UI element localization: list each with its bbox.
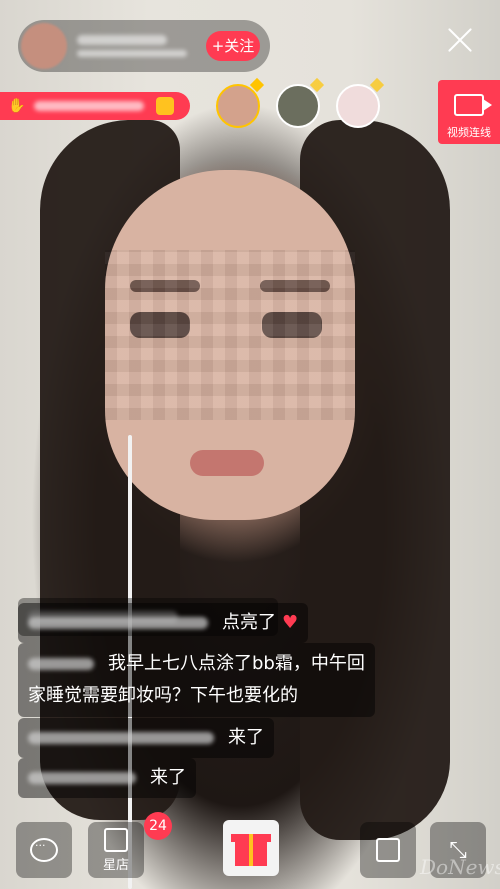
comment-item: 来了 — [18, 718, 274, 758]
follow-button[interactable]: +关注 — [206, 31, 260, 61]
rank-bar[interactable]: ✋ — [0, 92, 190, 120]
host-info-blurred — [77, 30, 206, 62]
heart-icon: ♥ — [282, 612, 299, 633]
star-shop-button[interactable]: 星店 — [88, 822, 144, 878]
close-icon[interactable] — [446, 26, 474, 54]
viewer-avatar-3[interactable] — [336, 84, 380, 128]
share-icon — [376, 838, 400, 862]
comment-text: 我早上七八点涂了bb霜，中午回 — [108, 653, 365, 674]
gift-icon-ribbon — [249, 834, 253, 866]
comment-item: 来了 — [18, 758, 196, 798]
hand-icon: ✋ — [8, 98, 26, 114]
comment-username-blurred — [28, 617, 208, 629]
face-mosaic — [105, 250, 355, 420]
comment-username-blurred — [28, 732, 214, 744]
watermark: DoNews — [420, 855, 500, 879]
host-stats-blurred — [77, 50, 187, 57]
viewer-avatar-1[interactable] — [216, 84, 260, 128]
viewer-avatar-2[interactable] — [276, 84, 320, 128]
host-name-blurred — [77, 35, 167, 45]
host-info-pill[interactable]: +关注 — [18, 20, 270, 72]
chat-icon — [30, 838, 58, 862]
video-link-label: 视频连线 — [447, 126, 491, 139]
share-button[interactable] — [360, 822, 416, 878]
comment-item: 点亮了 ♥ — [18, 603, 309, 643]
comment-text-continued: 家睡觉需要卸妆吗？下午也要化的 — [28, 685, 298, 706]
star-shop-badge: 24 — [144, 812, 172, 840]
rank-arrow-icon — [156, 97, 174, 115]
comment-item: 我早上七八点涂了bb霜，中午回 家睡觉需要卸妆吗？下午也要化的 — [18, 643, 375, 717]
comment-text: 点亮了 — [222, 612, 276, 633]
rank-text-blurred — [34, 101, 144, 111]
comment-text: 来了 — [228, 727, 264, 748]
video-camera-icon — [454, 94, 492, 116]
comment-text: 来了 — [150, 767, 186, 788]
host-avatar[interactable] — [21, 23, 67, 69]
star-shop-icon — [104, 827, 128, 852]
star-shop-label: 星店 — [102, 857, 129, 873]
video-lips — [190, 450, 264, 476]
chat-button[interactable] — [16, 822, 72, 878]
gift-button[interactable] — [223, 820, 279, 876]
video-link-button[interactable]: 视频连线 — [438, 80, 500, 144]
comment-username-blurred — [28, 658, 94, 670]
comment-username-blurred — [28, 772, 136, 784]
